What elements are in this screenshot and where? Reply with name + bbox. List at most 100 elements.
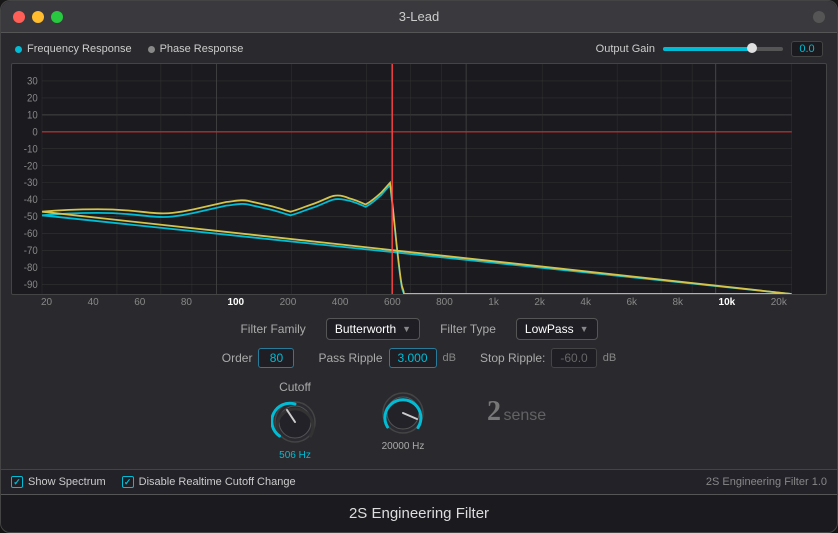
svg-text:-20: -20 xyxy=(24,161,38,173)
knob2-svg xyxy=(379,389,427,437)
x-label-800: 800 xyxy=(436,297,453,308)
frequency-chart: 30 20 10 0 -10 -20 -30 -40 -50 -60 -70 -… xyxy=(11,63,827,295)
svg-text:-10: -10 xyxy=(24,144,38,156)
x-label-4k: 4k xyxy=(580,297,591,308)
filter-type-dropdown[interactable]: LowPass ▼ xyxy=(516,318,598,340)
svg-text:-50: -50 xyxy=(24,212,38,224)
x-label-60: 60 xyxy=(134,297,145,308)
main-window: 3-Lead Frequency Response Phase Response… xyxy=(0,0,838,533)
window-title: 3-Lead xyxy=(399,9,439,24)
minimize-button[interactable] xyxy=(32,11,44,23)
order-label: Order xyxy=(222,351,253,365)
svg-text:-70: -70 xyxy=(24,246,38,258)
x-label-400: 400 xyxy=(332,297,349,308)
pass-ripple-value[interactable]: 3.000 xyxy=(389,348,437,368)
filter-family-value: Butterworth xyxy=(335,322,396,336)
x-label-8k: 8k xyxy=(672,297,683,308)
x-label-100: 100 xyxy=(227,297,244,308)
output-gain-label: Output Gain xyxy=(596,43,655,55)
close-button[interactable] xyxy=(13,11,25,23)
title-bar-right-btn[interactable] xyxy=(813,11,825,23)
show-spectrum-checkbox[interactable]: ✓ Show Spectrum xyxy=(11,476,106,488)
cutoff-knob-svg xyxy=(271,398,319,446)
phase-dot xyxy=(148,46,155,53)
filter-family-arrow: ▼ xyxy=(402,324,411,334)
brand-text: sense xyxy=(503,407,546,424)
show-spectrum-check: ✓ xyxy=(13,477,21,488)
top-controls: Frequency Response Phase Response Output… xyxy=(11,41,827,57)
gain-slider-thumb[interactable] xyxy=(747,43,757,53)
show-spectrum-label: Show Spectrum xyxy=(28,476,106,488)
svg-text:-30: -30 xyxy=(24,178,38,190)
svg-text:0: 0 xyxy=(32,127,38,139)
params-row: Order 80 Pass Ripple 3.000 dB Stop Rippl… xyxy=(11,348,827,368)
chart-svg: 30 20 10 0 -10 -20 -30 -40 -50 -60 -70 -… xyxy=(12,64,826,294)
disable-realtime-checkbox[interactable]: ✓ Disable Realtime Cutoff Change xyxy=(122,476,296,488)
stop-ripple-label: Stop Ripple: xyxy=(480,351,545,365)
output-gain-control: Output Gain 0.0 xyxy=(596,41,823,57)
order-value[interactable]: 80 xyxy=(258,348,294,368)
gain-slider-fill xyxy=(663,47,753,51)
x-axis: 20 40 60 80 100 200 400 600 800 1k 2k 4k… xyxy=(11,295,827,310)
svg-text:-90: -90 xyxy=(24,279,38,291)
stop-ripple-unit: dB xyxy=(603,352,616,364)
x-label-10k: 10k xyxy=(719,297,736,308)
legend: Frequency Response Phase Response xyxy=(15,43,243,55)
frequency-dot xyxy=(15,46,22,53)
frequency-response-legend: Frequency Response xyxy=(15,43,132,55)
svg-text:-40: -40 xyxy=(24,195,38,207)
svg-text:-80: -80 xyxy=(24,263,38,275)
svg-text:20: 20 xyxy=(27,93,38,105)
gain-slider[interactable] xyxy=(663,46,783,52)
checkbox-group: ✓ Show Spectrum ✓ Disable Realtime Cutof… xyxy=(11,476,296,488)
branding-text: 2S Engineering Filter 1.0 xyxy=(706,476,827,488)
svg-text:10: 10 xyxy=(27,110,38,122)
knob2[interactable] xyxy=(379,389,427,437)
x-label-2k: 2k xyxy=(534,297,545,308)
x-label-600: 600 xyxy=(384,297,401,308)
pass-ripple-unit: dB xyxy=(443,352,456,364)
main-content: Frequency Response Phase Response Output… xyxy=(1,33,837,310)
knob2-value: 20000 Hz xyxy=(382,441,425,452)
footer-controls: ✓ Show Spectrum ✓ Disable Realtime Cutof… xyxy=(1,469,837,494)
disable-realtime-check: ✓ xyxy=(124,477,132,488)
svg-text:-60: -60 xyxy=(24,229,38,241)
filter-family-label: Filter Family xyxy=(240,322,305,336)
x-label-6k: 6k xyxy=(626,297,637,308)
cutoff-knob[interactable] xyxy=(271,398,319,446)
order-group: Order 80 xyxy=(222,348,295,368)
cutoff-value: 506 Hz xyxy=(279,450,311,461)
x-label-1k: 1k xyxy=(488,297,499,308)
gain-value: 0.0 xyxy=(791,41,823,57)
maximize-button[interactable] xyxy=(51,11,63,23)
filter-type-arrow: ▼ xyxy=(580,324,589,334)
cutoff-group: Cutoff 506 Hz xyxy=(271,380,319,461)
knobs-row: Cutoff 506 Hz xyxy=(11,376,827,465)
phase-label: Phase Response xyxy=(160,43,244,55)
frequency-label: Frequency Response xyxy=(27,43,132,55)
bottom-controls: Filter Family Butterworth ▼ Filter Type … xyxy=(1,310,837,469)
filter-row: Filter Family Butterworth ▼ Filter Type … xyxy=(11,318,827,340)
x-labels: 20 40 60 80 100 200 400 600 800 1k 2k 4k… xyxy=(41,295,787,310)
cutoff-label: Cutoff xyxy=(279,380,311,394)
title-bar: 3-Lead xyxy=(1,1,837,33)
disable-realtime-box: ✓ xyxy=(122,476,134,488)
stop-ripple-group: Stop Ripple: -60.0 dB xyxy=(480,348,616,368)
x-label-40: 40 xyxy=(88,297,99,308)
bottom-bar-label: 2S Engineering Filter xyxy=(349,505,489,522)
filter-type-label: Filter Type xyxy=(440,322,496,336)
bottom-bar: 2S Engineering Filter xyxy=(1,494,837,532)
knob2-group: 20000 Hz xyxy=(379,389,427,452)
phase-response-legend: Phase Response xyxy=(148,43,244,55)
brand-logo: 2 sense xyxy=(487,396,567,446)
disable-realtime-label: Disable Realtime Cutoff Change xyxy=(139,476,296,488)
x-label-200: 200 xyxy=(280,297,297,308)
x-label-20k: 20k xyxy=(771,297,787,308)
pass-ripple-label: Pass Ripple xyxy=(318,351,382,365)
window-controls xyxy=(13,11,63,23)
x-label-80: 80 xyxy=(181,297,192,308)
stop-ripple-value[interactable]: -60.0 xyxy=(551,348,596,368)
svg-text:30: 30 xyxy=(27,76,38,88)
show-spectrum-box: ✓ xyxy=(11,476,23,488)
filter-family-dropdown[interactable]: Butterworth ▼ xyxy=(326,318,420,340)
